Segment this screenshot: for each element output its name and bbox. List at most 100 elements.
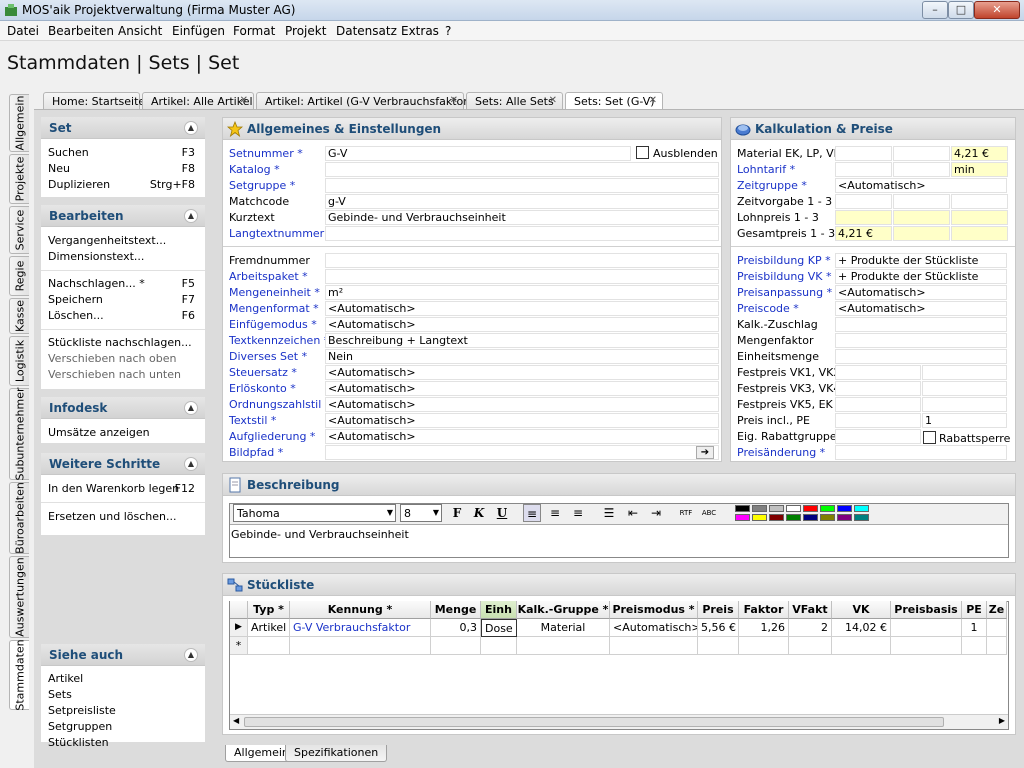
- field-input[interactable]: <Automatisch>: [325, 365, 719, 380]
- field-input[interactable]: <Automatisch>: [325, 413, 719, 428]
- grid-column-header[interactable]: PE: [962, 601, 987, 619]
- field-label[interactable]: Diverses Set *: [229, 350, 307, 363]
- color-swatch[interactable]: [735, 514, 750, 521]
- close-icon[interactable]: ✕: [649, 95, 657, 106]
- field-input[interactable]: [325, 178, 719, 193]
- link-sets[interactable]: Sets: [48, 688, 72, 701]
- field-input[interactable]: [835, 194, 892, 209]
- grid-column-header[interactable]: Ze: [987, 601, 1007, 619]
- tab-alle-artikel[interactable]: Artikel: Alle Artikel ✕: [142, 92, 254, 109]
- field-input[interactable]: + Produkte der Stückliste: [835, 269, 1007, 284]
- spellcheck-icon[interactable]: ABC: [700, 504, 718, 522]
- scrollbar-thumb[interactable]: [244, 717, 944, 727]
- grid-column-header[interactable]: Preismodus *: [610, 601, 698, 619]
- grid-cell[interactable]: Dose: [481, 619, 517, 637]
- field-input[interactable]: <Automatisch>: [325, 317, 719, 332]
- field-input[interactable]: min: [951, 162, 1008, 177]
- link-setgruppen[interactable]: Setgruppen: [48, 720, 112, 733]
- field-input[interactable]: + Produkte der Stückliste: [835, 253, 1007, 268]
- grid-cell[interactable]: [481, 637, 517, 655]
- field-label[interactable]: Preisanpassung *: [737, 286, 832, 299]
- color-swatch[interactable]: [803, 505, 818, 512]
- grid-cell[interactable]: [610, 637, 698, 655]
- field-input[interactable]: [951, 210, 1008, 225]
- field-input[interactable]: [325, 269, 719, 284]
- field-input[interactable]: Nein: [325, 349, 719, 364]
- field-input[interactable]: <Automatisch>: [835, 285, 1007, 300]
- field-input[interactable]: [325, 162, 719, 177]
- field-input[interactable]: [325, 226, 719, 241]
- field-label[interactable]: Bildpfad *: [229, 446, 283, 459]
- grid-column-header[interactable]: Menge: [431, 601, 481, 619]
- grid-column-header[interactable]: Faktor: [739, 601, 789, 619]
- menu-einfuegen[interactable]: Einfügen: [172, 24, 225, 38]
- color-swatch[interactable]: [786, 514, 801, 521]
- collapse-icon[interactable]: ▲: [184, 648, 198, 662]
- bold-button[interactable]: F: [448, 504, 466, 522]
- vtab-auswertungen[interactable]: Auswertungen: [9, 556, 29, 638]
- field-label[interactable]: Steuersatz *: [229, 366, 297, 379]
- font-size-select[interactable]: 8 ▼: [400, 504, 442, 522]
- field-input[interactable]: [835, 210, 892, 225]
- field-label[interactable]: Lohntarif *: [737, 163, 795, 176]
- menu-help[interactable]: ?: [445, 24, 451, 38]
- action-speichern[interactable]: Speichern: [48, 293, 103, 306]
- field-input[interactable]: Gebinde- und Verbrauchseinheit: [325, 210, 719, 225]
- close-icon[interactable]: ✕: [549, 95, 557, 106]
- field-input[interactable]: m²: [325, 285, 719, 300]
- field-input[interactable]: [893, 210, 950, 225]
- link-stuecklisten[interactable]: Stücklisten: [48, 736, 109, 749]
- grid-cell[interactable]: [248, 637, 290, 655]
- field-input[interactable]: 4,21 €: [951, 146, 1008, 161]
- field-label[interactable]: Mengenformat *: [229, 302, 319, 315]
- rabattsperre-checkbox[interactable]: [923, 431, 936, 444]
- field-label[interactable]: Preiscode *: [737, 302, 799, 315]
- action-neu[interactable]: Neu: [48, 162, 70, 175]
- scroll-right-icon[interactable]: ▶: [999, 716, 1005, 725]
- field-input[interactable]: [835, 445, 1007, 460]
- close-button[interactable]: ✕: [974, 1, 1020, 19]
- color-swatch[interactable]: [820, 505, 835, 512]
- field-input[interactable]: [835, 333, 1007, 348]
- color-swatch[interactable]: [769, 514, 784, 521]
- ausblenden-checkbox[interactable]: [636, 146, 649, 159]
- tab-spezifikationen[interactable]: Spezifikationen: [285, 745, 388, 762]
- tab-home[interactable]: Home: Startseite: [43, 92, 145, 109]
- menu-datensatz[interactable]: Datensatz: [336, 24, 397, 38]
- action-duplizieren[interactable]: Duplizieren: [48, 178, 110, 191]
- color-swatch[interactable]: [820, 514, 835, 521]
- grid-cell[interactable]: [891, 619, 962, 637]
- panel-set-header[interactable]: Set ▲: [41, 117, 205, 139]
- vtab-bueroarbeiten[interactable]: Büroarbeiten: [9, 482, 29, 554]
- menu-extras[interactable]: Extras: [401, 24, 439, 38]
- menu-datei[interactable]: Datei: [7, 24, 39, 38]
- field-input[interactable]: [893, 162, 950, 177]
- grid-cell[interactable]: [987, 637, 1007, 655]
- grid-cell[interactable]: 5,56 €: [698, 619, 739, 637]
- field-input[interactable]: [922, 365, 1007, 380]
- indent-icon[interactable]: ⇥: [647, 504, 665, 522]
- collapse-icon[interactable]: ▲: [184, 401, 198, 415]
- grid-column-header[interactable]: VFakt: [789, 601, 832, 619]
- field-input[interactable]: [922, 381, 1007, 396]
- grid-cell[interactable]: <Automatisch>: [610, 619, 698, 637]
- field-input[interactable]: G-V: [325, 146, 631, 161]
- rtf-icon[interactable]: RTF: [677, 504, 695, 522]
- field-input[interactable]: [835, 317, 1007, 332]
- field-input[interactable]: g-V: [325, 194, 719, 209]
- horizontal-scrollbar[interactable]: ◀ ▶: [230, 714, 1008, 729]
- color-swatch[interactable]: [803, 514, 818, 521]
- field-label[interactable]: Erlöskonto *: [229, 382, 296, 395]
- field-input[interactable]: [835, 162, 892, 177]
- color-swatch[interactable]: [735, 505, 750, 512]
- field-input[interactable]: <Automatisch>: [325, 397, 719, 412]
- field-input[interactable]: <Automatisch>: [835, 301, 1007, 316]
- field-label[interactable]: Preisbildung VK *: [737, 270, 832, 283]
- field-input[interactable]: 1: [922, 413, 1007, 428]
- color-swatch[interactable]: [769, 505, 784, 512]
- field-input[interactable]: Beschreibung + Langtext: [325, 333, 719, 348]
- link-artikel[interactable]: Artikel: [48, 672, 83, 685]
- action-vergangenheitstext[interactable]: Vergangenheitstext...: [48, 234, 166, 247]
- minimize-button[interactable]: –: [922, 1, 948, 19]
- field-input[interactable]: [835, 365, 921, 380]
